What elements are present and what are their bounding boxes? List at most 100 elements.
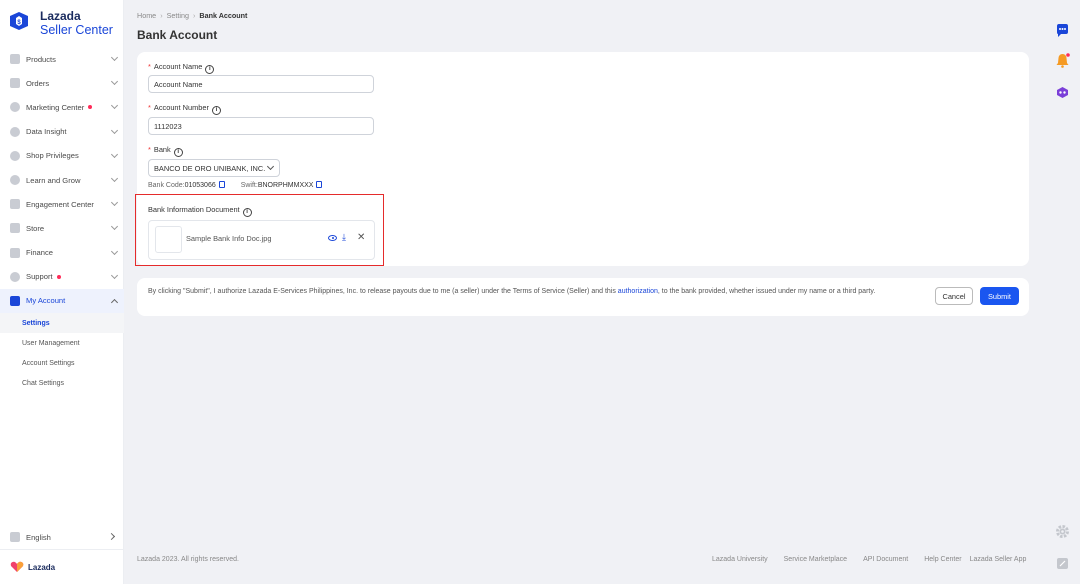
notification-dot bbox=[56, 274, 61, 279]
footer-link-university[interactable]: Lazada University bbox=[712, 556, 768, 563]
data-insight-icon bbox=[10, 126, 20, 137]
chevron-down-icon bbox=[110, 223, 119, 231]
sidebar-subitem-settings[interactable]: Settings bbox=[0, 313, 124, 334]
sidebar-nav: Products Orders Marketing Center Data In… bbox=[0, 47, 124, 393]
account-name-input[interactable]: Account Name bbox=[148, 75, 374, 93]
bank-select-value: BANCO DE ORO UNIBANK, INC. bbox=[154, 163, 266, 173]
sidebar-item-engagement-center[interactable]: Engagement Center bbox=[0, 192, 124, 216]
sidebar-item-label: Support bbox=[26, 272, 53, 282]
chevron-right-icon bbox=[107, 532, 116, 541]
authorization-link[interactable]: authorization bbox=[618, 288, 658, 295]
sidebar-subitem-user-management[interactable]: User Management bbox=[0, 333, 124, 353]
breadcrumb-current: Bank Account bbox=[199, 11, 248, 20]
brand-subtitle: Seller Center bbox=[40, 23, 113, 37]
info-icon[interactable]: i bbox=[211, 106, 221, 115]
chevron-down-icon bbox=[110, 102, 119, 110]
highlight-box bbox=[135, 194, 384, 266]
sidebar: $ Lazada Seller Center Products Orders M… bbox=[0, 0, 124, 584]
notification-dot bbox=[88, 105, 93, 110]
sidebar-item-data-insight[interactable]: Data Insight bbox=[0, 120, 124, 144]
breadcrumb: Home › Setting › Bank Account bbox=[137, 11, 247, 20]
chevron-down-icon bbox=[110, 174, 119, 182]
settings-gear-icon[interactable] bbox=[1055, 524, 1070, 539]
sidebar-footer-logo: Lazada bbox=[0, 549, 124, 584]
engagement-icon bbox=[10, 199, 20, 210]
account-icon bbox=[10, 295, 20, 306]
submit-button[interactable]: Submit bbox=[980, 287, 1019, 305]
copy-icon[interactable] bbox=[316, 181, 323, 188]
sidebar-item-orders[interactable]: Orders bbox=[0, 71, 124, 95]
sidebar-item-my-account[interactable]: My Account bbox=[0, 288, 124, 314]
brand-name: Lazada bbox=[40, 9, 81, 23]
chevron-down-icon bbox=[110, 126, 119, 134]
chat-icon[interactable] bbox=[1055, 23, 1070, 38]
bank-meta: Bank Code:01053066 Swift:BNORPHMMXXX bbox=[148, 181, 323, 189]
sidebar-item-finance[interactable]: Finance bbox=[0, 241, 124, 265]
footer-links: Lazada University Service Marketplace AP… bbox=[712, 556, 1026, 563]
info-icon[interactable]: i bbox=[205, 65, 215, 74]
sidebar-subitem-account-settings[interactable]: Account Settings bbox=[0, 353, 124, 373]
copy-icon[interactable] bbox=[218, 181, 225, 188]
privileges-icon bbox=[10, 150, 20, 161]
chevron-down-icon bbox=[110, 199, 119, 207]
sidebar-item-label: Orders bbox=[26, 78, 50, 88]
swift-value: BNORPHMMXXX bbox=[257, 182, 314, 189]
chevron-up-icon bbox=[110, 298, 119, 306]
store-icon bbox=[10, 223, 20, 234]
orders-icon bbox=[10, 78, 20, 89]
sidebar-item-label: Learn and Grow bbox=[26, 175, 81, 185]
sidebar-item-products[interactable]: Products bbox=[0, 47, 124, 71]
sidebar-item-label: Marketing Center bbox=[26, 102, 85, 112]
account-number-label: * Account Number i bbox=[148, 103, 221, 115]
consent-bar: By clicking "Submit", I authorize Lazada… bbox=[137, 278, 1029, 316]
chevron-down-icon bbox=[110, 271, 119, 279]
breadcrumb-setting[interactable]: Setting bbox=[167, 11, 189, 20]
sidebar-item-learn-and-grow[interactable]: Learn and Grow bbox=[0, 168, 124, 192]
consent-text: By clicking "Submit", I authorize Lazada… bbox=[148, 288, 876, 295]
copyright: Lazada 2023. All rights reserved. bbox=[137, 556, 239, 563]
chevron-down-icon bbox=[110, 247, 119, 255]
assistant-icon[interactable] bbox=[1055, 85, 1070, 100]
bank-code-value: 01053066 bbox=[184, 182, 216, 189]
finance-icon bbox=[10, 247, 20, 258]
footer-link-api-document[interactable]: API Document bbox=[863, 556, 908, 563]
marketing-icon bbox=[10, 102, 20, 113]
sidebar-item-label: Shop Privileges bbox=[26, 151, 79, 161]
learn-icon bbox=[10, 175, 20, 186]
sidebar-item-label: Products bbox=[26, 54, 56, 64]
account-number-input[interactable]: 1112023 bbox=[148, 117, 374, 135]
footer-link-help-center[interactable]: Help Center bbox=[924, 556, 961, 563]
cancel-button[interactable]: Cancel bbox=[935, 287, 973, 305]
chevron-down-icon bbox=[110, 53, 119, 62]
sidebar-item-label: My Account bbox=[26, 296, 66, 306]
page-title: Bank Account bbox=[137, 28, 218, 42]
language-switcher[interactable]: English bbox=[10, 531, 122, 543]
translate-icon bbox=[10, 532, 20, 542]
language-label: English bbox=[26, 532, 51, 542]
sidebar-item-label: Engagement Center bbox=[26, 199, 94, 209]
support-icon bbox=[10, 271, 20, 282]
bank-select[interactable]: BANCO DE ORO UNIBANK, INC. bbox=[148, 159, 280, 177]
sidebar-subitem-chat-settings[interactable]: Chat Settings bbox=[0, 373, 124, 393]
brand-logo[interactable]: $ Lazada Seller Center bbox=[8, 9, 120, 39]
breadcrumb-home[interactable]: Home bbox=[137, 11, 156, 20]
chevron-down-icon bbox=[110, 150, 119, 158]
info-icon[interactable]: i bbox=[173, 148, 183, 157]
lazada-logo-icon: $ bbox=[10, 12, 28, 30]
sidebar-item-marketing-center[interactable]: Marketing Center bbox=[0, 95, 124, 119]
footer-brand-name: Lazada bbox=[28, 562, 56, 572]
footer-link-seller-app[interactable]: Lazada Seller App bbox=[970, 556, 1027, 563]
chevron-down-icon bbox=[110, 78, 119, 86]
bank-label: * Bank i bbox=[148, 145, 183, 157]
sidebar-item-support[interactable]: Support bbox=[0, 265, 124, 289]
sidebar-item-label: Data Insight bbox=[26, 127, 67, 137]
account-name-label: * Account Name i bbox=[148, 62, 215, 74]
sidebar-item-store[interactable]: Store bbox=[0, 216, 124, 240]
footer-link-service-marketplace[interactable]: Service Marketplace bbox=[784, 556, 847, 563]
products-icon bbox=[10, 54, 20, 65]
bell-icon[interactable] bbox=[1055, 53, 1070, 68]
sidebar-item-shop-privileges[interactable]: Shop Privileges bbox=[0, 144, 124, 168]
breadcrumb-separator: › bbox=[192, 11, 196, 20]
sidebar-item-label: Finance bbox=[26, 248, 54, 258]
edit-icon[interactable] bbox=[1055, 556, 1070, 571]
